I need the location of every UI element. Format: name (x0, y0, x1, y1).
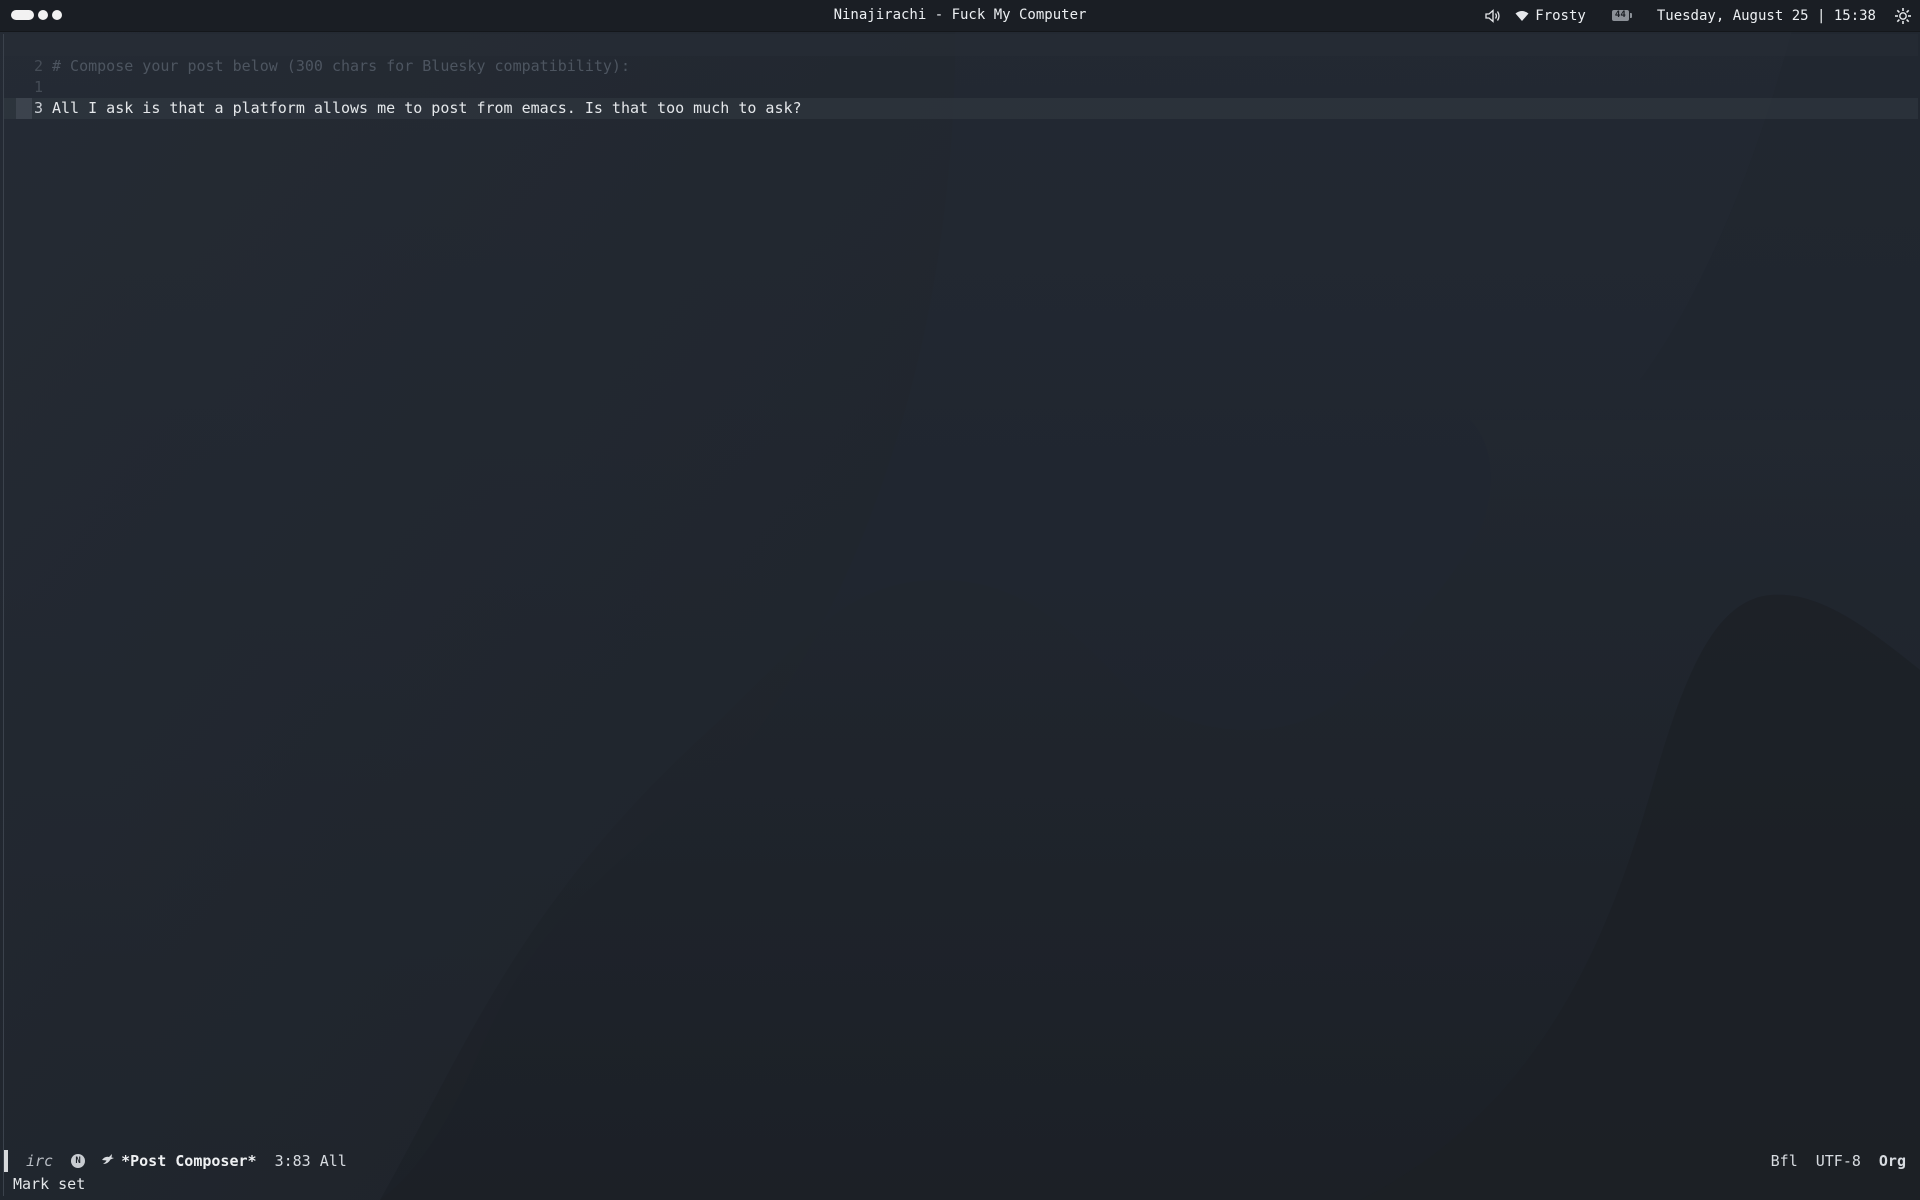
buffer-state-badge: N (71, 1154, 86, 1168)
header-line (4, 34, 1918, 56)
line-text[interactable]: # Compose your post below (300 chars for… (52, 56, 630, 77)
encoding[interactable]: UTF-8 (1816, 1152, 1861, 1170)
battery-level: 44 (1611, 10, 1632, 21)
wifi-network-name[interactable]: Frosty (1535, 8, 1586, 24)
mode-line-bfl[interactable]: Bfl (1771, 1152, 1798, 1170)
bird-icon (101, 1153, 115, 1169)
echo-area: Mark set (13, 1175, 86, 1193)
mode-line: irc N *Post Composer* 3:83 All Bfl UTF-8… (4, 1148, 1918, 1174)
top-bar: Ninajirachi - Fuck My Computer Frosty 44… (0, 0, 1920, 32)
major-mode[interactable]: Org (1879, 1152, 1906, 1170)
cursor-position: 3:83 All (274, 1152, 347, 1170)
line-text[interactable]: All I ask is that a platform allows me t… (52, 98, 802, 119)
editor-buffer[interactable]: 2 # Compose your post below (300 chars f… (4, 56, 1918, 119)
speaker-icon[interactable] (1485, 8, 1501, 23)
line-number: 2 (33, 57, 43, 75)
desktop: Ninajirachi - Fuck My Computer Frosty 44… (0, 0, 1920, 1200)
buffer-line[interactable]: 1 (4, 77, 1918, 98)
wifi-icon[interactable] (1515, 10, 1529, 22)
buffer-name[interactable]: *Post Composer* (121, 1152, 256, 1170)
clock[interactable]: Tuesday, August 25 | 15:38 (1657, 8, 1876, 24)
battery-icon: 44 (1611, 10, 1632, 21)
buffer-line[interactable]: 2 # Compose your post below (300 chars f… (4, 56, 1918, 77)
current-buffer-line[interactable]: 3 All I ask is that a platform allows me… (4, 98, 1918, 119)
emacs-frame: 2 # Compose your post below (300 chars f… (3, 34, 1918, 1196)
mode-line-irc[interactable]: irc (26, 1152, 53, 1170)
line-number: 1 (33, 78, 43, 96)
line-number: 3 (33, 99, 43, 117)
system-tray: Frosty 44 Tuesday, August 25 | 15:38 (1485, 0, 1920, 31)
mode-line-indicator (4, 1150, 8, 1172)
mode-line-right: Bfl UTF-8 Org (1771, 1152, 1906, 1170)
gear-icon[interactable] (1894, 7, 1912, 25)
